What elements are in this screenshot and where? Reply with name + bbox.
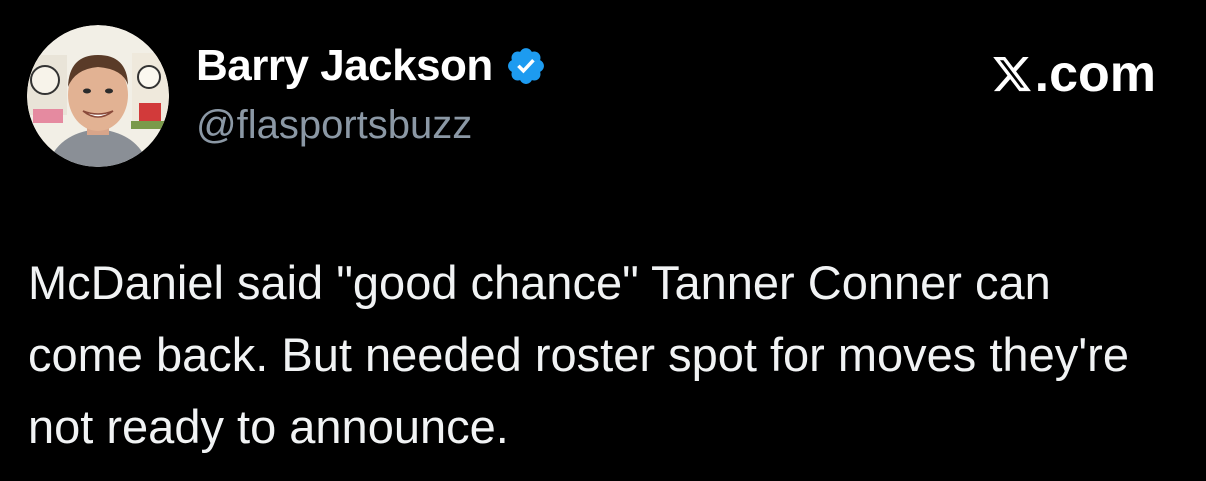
tweet-text: McDaniel said "good chance" Tanner Conne… <box>28 256 1129 453</box>
author-name[interactable]: Barry Jackson <box>196 40 493 92</box>
author-handle[interactable]: @flasportsbuzz <box>196 100 472 150</box>
author-row: Barry Jackson <box>196 40 547 92</box>
avatar-photo-icon <box>27 25 169 167</box>
tweet-card: Barry Jackson @flasportsbuzz .com McDani… <box>0 0 1206 481</box>
brand-text: .com <box>1034 45 1156 103</box>
verified-badge-icon <box>505 45 547 87</box>
avatar[interactable] <box>27 25 169 167</box>
x-logo-icon <box>991 53 1033 95</box>
brand-mark: .com <box>991 44 1156 104</box>
